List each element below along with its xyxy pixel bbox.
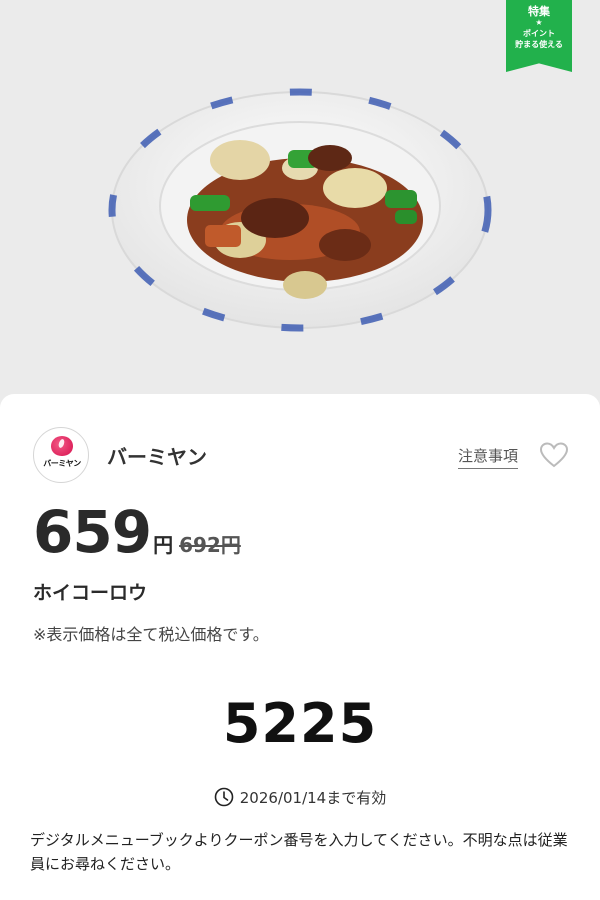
price-row: 659 円 692円 [33, 502, 241, 562]
peach-icon [51, 436, 73, 456]
validity-text: 2026/01/14まで有効 [239, 789, 387, 807]
star-icon: ★ [535, 18, 543, 27]
original-price: 692円 [179, 533, 241, 557]
notice-link[interactable]: 注意事項 [457, 445, 518, 469]
badge-title: 特集 [528, 5, 550, 18]
validity-row: 2026/01/14まで有効 [0, 787, 600, 808]
brand-row: バーミヤン バーミヤン 注意事項 [33, 427, 573, 483]
coupon-card: バーミヤン バーミヤン 注意事項 659 円 692円 ホイコーロウ ※表示価格は全… [0, 394, 600, 900]
hero-image-area: 特集 ★ ポイント 貯まる使える [0, 0, 600, 400]
tax-note: ※表示価格は全て税込価格です。 [33, 625, 269, 644]
badge-subtitle-usable: 貯まる使える [515, 40, 563, 49]
coupon-instructions: デジタルメニューブックよりクーポン番号を入力してください。不明な点は従業員にお尋… [30, 831, 568, 873]
feature-badge[interactable]: 特集 ★ ポイント 貯まる使える [506, 0, 572, 72]
current-price: 659 [33, 498, 152, 566]
coupon-code: 5225 [222, 692, 378, 755]
clock-icon [214, 787, 234, 807]
price-unit: 円 [153, 533, 174, 557]
brand-logo-text: バーミヤン [43, 459, 81, 468]
badge-subtitle-points: ポイント [523, 29, 555, 38]
heart-outline-icon[interactable] [539, 441, 569, 469]
item-name: ホイコーロウ [33, 582, 148, 604]
brand-name: バーミヤン [107, 445, 207, 469]
brand-logo: バーミヤン [33, 427, 89, 483]
